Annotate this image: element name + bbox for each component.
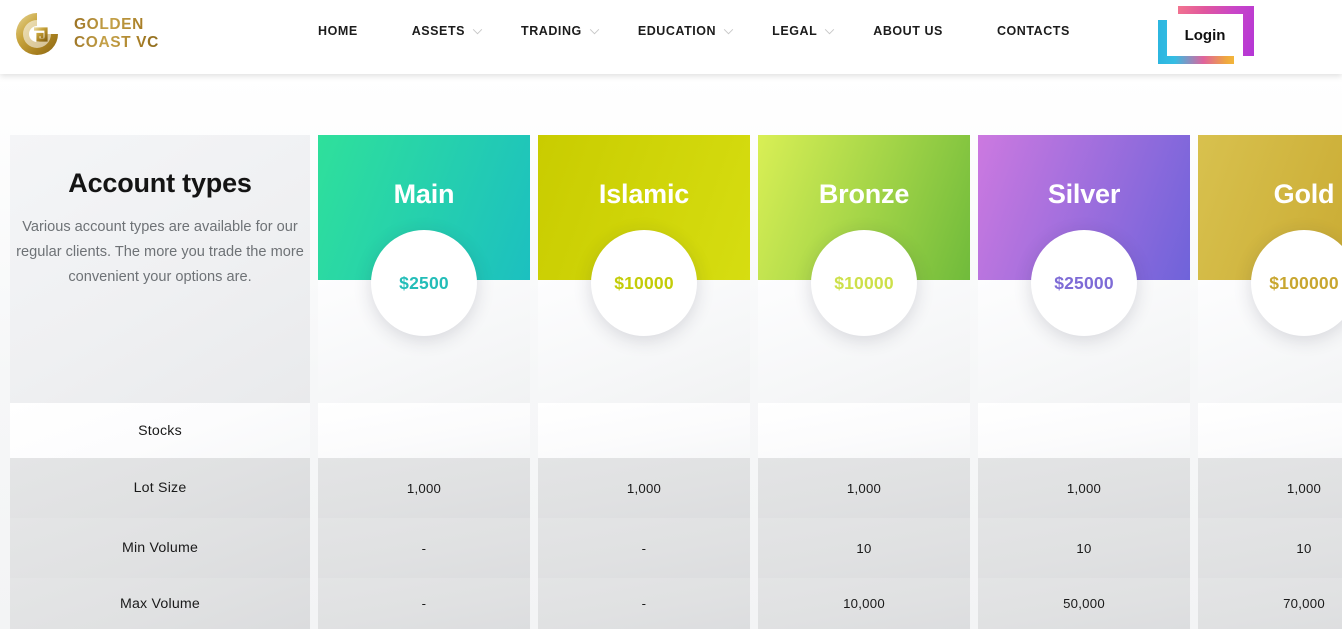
pricing-table: Account types Various account types are … xyxy=(0,135,1342,629)
nav-item-legal[interactable]: LEGAL xyxy=(772,24,835,38)
plan-price-badge: $2500 xyxy=(371,230,477,336)
cell-stocks xyxy=(978,403,1190,458)
cell-max-volume: 50,000 xyxy=(978,578,1190,629)
nav-item-assets[interactable]: ASSETS xyxy=(412,24,483,38)
plan-price-badge: $25000 xyxy=(1031,230,1137,336)
login-button[interactable]: Login xyxy=(1158,6,1254,64)
cell-stocks xyxy=(318,403,530,458)
nav-label: LEGAL xyxy=(772,24,818,38)
nav-label: TRADING xyxy=(521,24,582,38)
chevron-down-icon xyxy=(589,28,600,34)
login-label: Login xyxy=(1167,14,1243,56)
account-types-section: Account types Various account types are … xyxy=(0,74,1342,629)
cell-max-volume: - xyxy=(318,578,530,629)
plan-price: $25000 xyxy=(1054,272,1114,293)
plan-price: $2500 xyxy=(399,272,449,293)
cell-lot-size: 1,000 xyxy=(978,458,1190,518)
page-title: Account types xyxy=(68,168,252,198)
nav-label: ABOUT US xyxy=(873,24,943,38)
plan-name: Silver xyxy=(1047,179,1121,209)
plan-price: $10000 xyxy=(614,272,674,293)
plan-price: $10000 xyxy=(834,272,894,293)
cell-min-volume: 10 xyxy=(758,518,970,578)
nav-label: ASSETS xyxy=(411,24,466,38)
row-label-max-volume: Max Volume xyxy=(10,578,310,629)
cell-stocks xyxy=(1198,403,1342,458)
row-label-min-volume: Min Volume xyxy=(10,518,310,578)
nav-label: CONTACTS xyxy=(996,24,1070,38)
row-label-stocks: Stocks xyxy=(10,403,310,458)
plan-price-badge: $10000 xyxy=(591,230,697,336)
nav-item-contacts[interactable]: CONTACTS xyxy=(997,24,1070,38)
plan-price: $100000 xyxy=(1269,272,1339,293)
plan-column-islamic[interactable]: Islamic $10000 1,000 - - xyxy=(538,135,750,629)
row-label-lot-size: Lot Size xyxy=(10,458,310,518)
nav-item-trading[interactable]: TRADING xyxy=(521,24,600,38)
cell-min-volume: 10 xyxy=(1198,518,1342,578)
brand-name: GOLDEN COAST VC xyxy=(74,16,159,51)
site-header: GOLDEN COAST VC HOME ASSETS TRADING EDUC… xyxy=(0,0,1342,74)
plan-name: Bronze xyxy=(818,179,910,209)
nav-label: HOME xyxy=(318,24,358,38)
info-description: Various account types are available for … xyxy=(16,219,304,285)
plan-name: Gold xyxy=(1273,179,1335,209)
golden-coast-vc-logo-icon xyxy=(16,13,58,55)
chevron-down-icon xyxy=(723,28,734,34)
cell-max-volume: 70,000 xyxy=(1198,578,1342,629)
plan-column-bronze[interactable]: Bronze $10000 1,000 10 10,000 xyxy=(758,135,970,629)
cell-min-volume: - xyxy=(538,518,750,578)
cell-lot-size: 1,000 xyxy=(758,458,970,518)
cell-lot-size: 1,000 xyxy=(318,458,530,518)
plan-column-silver[interactable]: Silver $25000 1,000 10 50,000 xyxy=(978,135,1190,629)
cell-min-volume: - xyxy=(318,518,530,578)
plan-price-badge: $10000 xyxy=(811,230,917,336)
plan-name: Islamic xyxy=(598,179,690,209)
plan-column-main[interactable]: Main $2500 1,000 - - xyxy=(318,135,530,629)
pricing-info-column: Account types Various account types are … xyxy=(10,135,310,629)
cell-lot-size: 1,000 xyxy=(538,458,750,518)
cell-stocks xyxy=(538,403,750,458)
chevron-down-icon xyxy=(825,28,835,34)
cell-lot-size: 1,000 xyxy=(1198,458,1342,518)
main-navigation: HOME ASSETS TRADING EDUCATION LEGAL ABOU… xyxy=(318,24,1070,38)
nav-item-home[interactable]: HOME xyxy=(318,24,358,38)
nav-label: EDUCATION xyxy=(637,24,717,38)
cell-min-volume: 10 xyxy=(978,518,1190,578)
cell-max-volume: - xyxy=(538,578,750,629)
page-root: GOLDEN COAST VC HOME ASSETS TRADING EDUC… xyxy=(0,0,1342,629)
chevron-down-icon xyxy=(472,28,483,34)
info-panel: Account types Various account types are … xyxy=(10,135,310,403)
brand-logo[interactable]: GOLDEN COAST VC xyxy=(12,9,159,59)
plan-column-gold[interactable]: Gold $100000 1,000 10 70,000 xyxy=(1198,135,1342,629)
plan-name: Main xyxy=(393,179,455,209)
nav-item-about-us[interactable]: ABOUT US xyxy=(873,24,943,38)
nav-item-education[interactable]: EDUCATION xyxy=(638,24,734,38)
cell-stocks xyxy=(758,403,970,458)
cell-max-volume: 10,000 xyxy=(758,578,970,629)
